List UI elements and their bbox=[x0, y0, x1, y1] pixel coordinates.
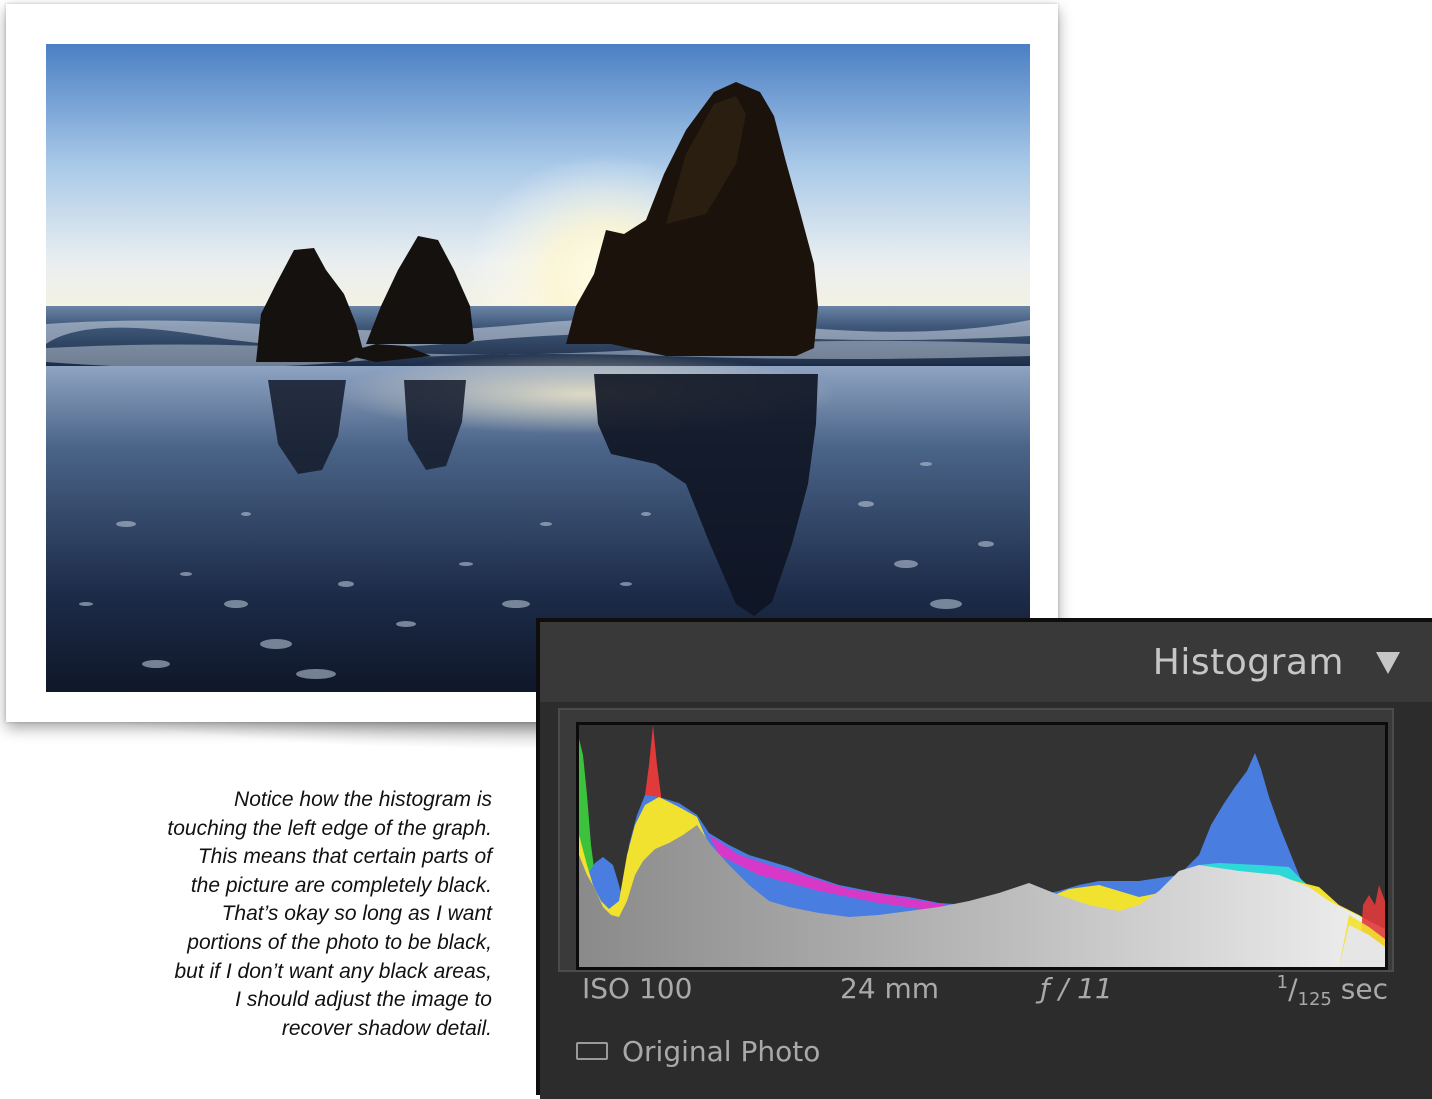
caption-line: the picture are completely black. bbox=[190, 873, 492, 897]
caption-line: That’s okay so long as I want bbox=[221, 902, 492, 926]
triangle-down-icon[interactable] bbox=[1376, 652, 1400, 674]
caption-line: touching the left edge of the graph. bbox=[167, 816, 492, 840]
caption-line: recover shadow detail. bbox=[281, 1016, 492, 1040]
original-photo-checkbox[interactable] bbox=[576, 1042, 608, 1060]
shutter-unit: sec bbox=[1340, 972, 1388, 1006]
caption-line: but if I don’t want any black areas, bbox=[174, 959, 492, 983]
focal-length-readout: 24 mm bbox=[840, 972, 940, 1005]
histogram-panel-header[interactable]: Histogram bbox=[540, 622, 1432, 702]
iso-readout: ISO 100 bbox=[582, 972, 693, 1005]
panel-title: Histogram bbox=[1152, 642, 1344, 683]
histogram-panel-body: ISO 100 24 mm ƒ / 11 1/125 sec Original … bbox=[540, 702, 1432, 1099]
caption-line: This means that certain parts of bbox=[197, 845, 492, 869]
aperture-readout: ƒ / 11 bbox=[1040, 972, 1113, 1005]
caption: Notice how the histogram is touching the… bbox=[60, 786, 492, 1043]
shutter-denominator: 125 bbox=[1297, 988, 1332, 1010]
original-photo-toggle[interactable]: Original Photo bbox=[576, 1034, 820, 1068]
photo-print-frame bbox=[6, 4, 1058, 722]
histogram-panel: Histogram ISO 100 24 mm ƒ / 11 1/125 sec… bbox=[536, 618, 1432, 1099]
original-photo-label: Original Photo bbox=[622, 1034, 821, 1068]
seascape-photo bbox=[46, 44, 1030, 692]
histogram-graph[interactable] bbox=[576, 722, 1388, 970]
caption-line: I should adjust the image to bbox=[235, 988, 492, 1012]
histogram-graph-frame bbox=[558, 708, 1394, 972]
caption-line: Notice how the histogram is bbox=[234, 788, 492, 811]
histogram-plot bbox=[579, 725, 1385, 967]
shutter-numerator: 1 bbox=[1276, 972, 1289, 993]
caption-line: portions of the photo to be black, bbox=[187, 930, 492, 954]
shutter-speed-readout: 1/125 sec bbox=[1276, 972, 1388, 1010]
